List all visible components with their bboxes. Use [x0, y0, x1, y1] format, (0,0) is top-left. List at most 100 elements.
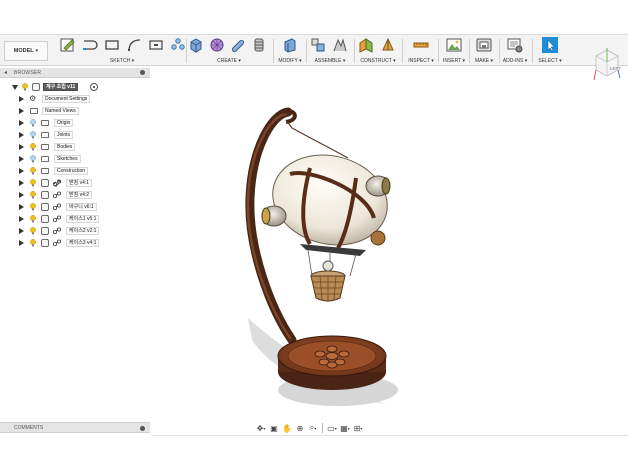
- tree-item-label[interactable]: 케이스2 v2:1: [66, 227, 100, 235]
- grid-settings-icon[interactable]: ▦ ▾: [339, 422, 351, 434]
- tree-item-label[interactable]: Origin: [54, 119, 74, 127]
- inspect-group-label[interactable]: INSPECT ▾: [404, 58, 438, 64]
- expand-icon[interactable]: [12, 85, 18, 90]
- tree-item-origin[interactable]: Origin: [0, 118, 160, 129]
- tree-item-label[interactable]: 받침 v4:2: [66, 191, 93, 199]
- create-sketch-icon[interactable]: [60, 37, 76, 53]
- slot-icon[interactable]: [148, 37, 164, 53]
- lightbulb-icon[interactable]: [30, 143, 36, 151]
- tree-item-named-views[interactable]: Named Views: [0, 106, 160, 117]
- modify-group-label[interactable]: MODIFY ▾: [276, 58, 304, 64]
- fit-icon[interactable]: ⌕ ▾: [307, 422, 319, 434]
- tree-item-label[interactable]: 받침 v4:1: [66, 179, 93, 187]
- expand-icon[interactable]: [19, 132, 24, 138]
- create-group-label[interactable]: CREATE ▾: [188, 58, 270, 64]
- construct-group-label[interactable]: CONSTRUCT ▾: [356, 58, 400, 64]
- expand-icon[interactable]: [19, 108, 24, 114]
- expand-icon[interactable]: [19, 120, 24, 126]
- new-component-icon[interactable]: [188, 37, 204, 53]
- expand-icon[interactable]: [19, 156, 24, 162]
- expand-icon[interactable]: [19, 144, 24, 150]
- tree-item-label[interactable]: 바구니 v6:1: [66, 203, 97, 211]
- tree-item-label[interactable]: Construction: [54, 167, 89, 175]
- lightbulb-icon[interactable]: [30, 179, 36, 187]
- insert-image-icon[interactable]: [446, 37, 462, 53]
- expand-icon[interactable]: [19, 228, 24, 234]
- browser-panel-header[interactable]: ◂ BROWSER: [0, 68, 150, 78]
- expand-icon[interactable]: [19, 240, 24, 246]
- tree-item-component[interactable]: 케이스2 v2:1: [0, 226, 160, 237]
- tree-root-row[interactable]: 계구 조립 v11: [0, 82, 160, 93]
- rectangle-icon[interactable]: [104, 37, 120, 53]
- lightbulb-icon[interactable]: [30, 239, 36, 247]
- tree-item-sketches[interactable]: Sketches: [0, 154, 160, 165]
- expand-icon[interactable]: [19, 180, 24, 186]
- cylinder-icon[interactable]: [230, 37, 246, 53]
- sketch-group-label[interactable]: SKETCH ▾: [56, 58, 188, 64]
- select-group-label[interactable]: SELECT ▾: [535, 58, 565, 64]
- tree-item-label[interactable]: 케이스1 v5:1: [66, 215, 100, 223]
- add-ins-group-label[interactable]: ADD-INS ▾: [501, 58, 529, 64]
- activate-radio-icon[interactable]: [90, 83, 98, 91]
- tree-item-label[interactable]: Named Views: [42, 107, 79, 115]
- tree-item-document-settings[interactable]: ⚙ Document Settings: [0, 94, 160, 105]
- pin-icon[interactable]: [140, 70, 145, 75]
- tree-item-label[interactable]: Document Settings: [42, 95, 91, 103]
- tree-item-label[interactable]: Bodies: [54, 143, 76, 151]
- expand-icon[interactable]: [19, 204, 24, 210]
- look-at-icon[interactable]: ▣: [268, 422, 280, 434]
- joint-icon[interactable]: [332, 37, 348, 53]
- workspace-mode-dropdown[interactable]: MODEL ▾: [4, 41, 48, 61]
- viewports-icon[interactable]: ⊞ ▾: [352, 422, 364, 434]
- extrude-icon[interactable]: [209, 37, 225, 53]
- display-settings-icon[interactable]: ▭ ▾: [326, 422, 338, 434]
- line-icon[interactable]: [82, 37, 98, 53]
- new-component-assemble-icon[interactable]: [310, 37, 326, 53]
- view-cube[interactable]: LEFT: [592, 42, 622, 84]
- tree-item-component[interactable]: 케이스1 v5:1: [0, 214, 160, 225]
- expand-icon[interactable]: [19, 168, 24, 174]
- tree-item-bodies[interactable]: Bodies: [0, 142, 160, 153]
- orbit-icon[interactable]: ✥ ▾: [255, 422, 267, 434]
- tree-item-component[interactable]: 바구니 v6:1: [0, 202, 160, 213]
- expand-icon[interactable]: [19, 192, 24, 198]
- arc-icon[interactable]: [126, 37, 142, 53]
- lightbulb-off-icon[interactable]: [30, 131, 36, 139]
- comments-panel-header[interactable]: COMMENTS: [0, 422, 150, 433]
- assemble-group-label[interactable]: ASSEMBLE ▾: [308, 58, 352, 64]
- insert-group-label[interactable]: INSERT ▾: [440, 58, 468, 64]
- measure-icon[interactable]: [413, 37, 429, 53]
- tree-item-component[interactable]: 받침 v4:2: [0, 190, 160, 201]
- lightbulb-icon[interactable]: [30, 203, 36, 211]
- lightbulb-icon[interactable]: [30, 215, 36, 223]
- tree-item-construction[interactable]: Construction: [0, 166, 160, 177]
- lightbulb-icon[interactable]: [30, 167, 36, 175]
- lightbulb-icon[interactable]: [30, 191, 36, 199]
- zoom-icon[interactable]: ⊕: [294, 422, 306, 434]
- plane-at-angle-icon[interactable]: [380, 37, 396, 53]
- lightbulb-icon[interactable]: [22, 83, 28, 91]
- coil-icon[interactable]: [251, 37, 267, 53]
- lightbulb-off-icon[interactable]: [30, 155, 36, 163]
- root-component-label[interactable]: 계구 조립 v11: [43, 83, 79, 91]
- model-viewport[interactable]: [160, 78, 592, 418]
- finish-sketch-icon[interactable]: [170, 37, 186, 53]
- select-cursor-icon[interactable]: [542, 37, 558, 53]
- press-pull-icon[interactable]: [282, 37, 298, 53]
- tree-item-label[interactable]: Joints: [54, 131, 74, 139]
- tree-item-joints[interactable]: Joints: [0, 130, 160, 141]
- collapse-icon[interactable]: ◂: [4, 69, 7, 76]
- scripts-addins-icon[interactable]: [507, 37, 523, 53]
- tree-item-component[interactable]: 받침 v4:1: [0, 178, 160, 189]
- tree-item-label[interactable]: Sketches: [54, 155, 81, 163]
- make-group-label[interactable]: MAKE ▾: [471, 58, 497, 64]
- tree-item-component[interactable]: 케이스3 v4:1: [0, 238, 160, 249]
- offset-plane-icon[interactable]: [358, 37, 374, 53]
- lightbulb-icon[interactable]: [30, 227, 36, 235]
- lightbulb-off-icon[interactable]: [30, 119, 36, 127]
- expand-icon[interactable]: [19, 96, 24, 102]
- pan-hand-icon[interactable]: ✋: [281, 422, 293, 434]
- 3d-print-icon[interactable]: [476, 37, 492, 53]
- expand-icon[interactable]: [19, 216, 24, 222]
- tree-item-label[interactable]: 케이스3 v4:1: [66, 239, 100, 247]
